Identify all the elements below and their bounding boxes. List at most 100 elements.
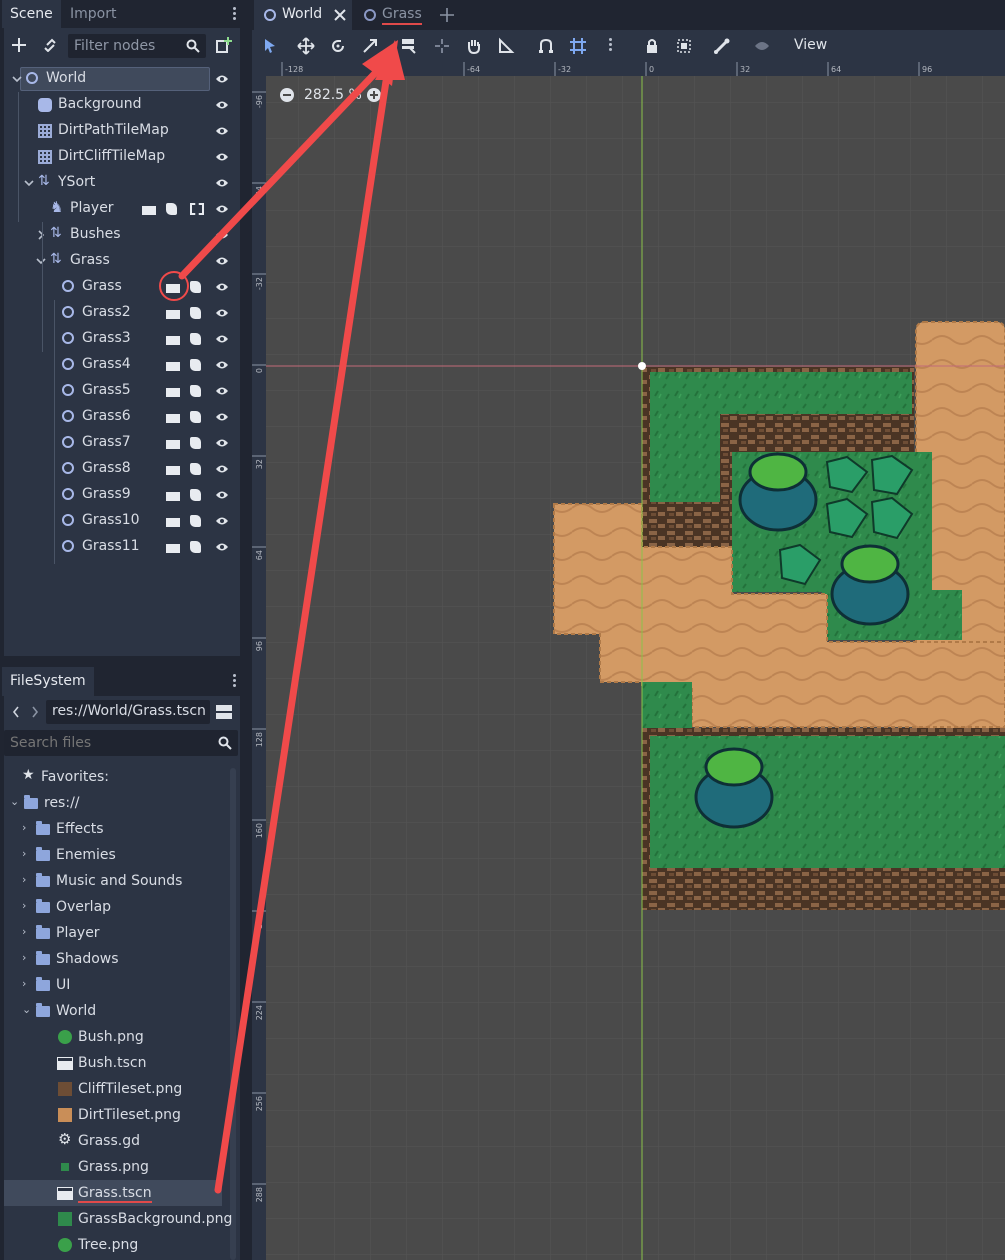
file-item[interactable]: › Enemies — [4, 842, 240, 868]
visibility-eye-icon[interactable] — [215, 360, 229, 370]
chevron-right-icon[interactable]: › — [22, 899, 26, 912]
scene-node-grass10[interactable]: Grass10 — [4, 508, 240, 534]
visibility-eye-icon[interactable] — [215, 386, 229, 396]
file-item[interactable]: ⚙ Grass.gd — [4, 1128, 240, 1154]
canvas[interactable]: -128 -96 -64 -32 0 32 64 96 -96 -64 -32 0 32 64 96 128 1… — [252, 62, 1005, 1260]
instance-child-scene-icon[interactable] — [216, 37, 232, 53]
file-item[interactable]: › Overlap — [4, 894, 240, 920]
tab-world[interactable]: World — [254, 0, 352, 30]
script-icon[interactable] — [190, 281, 201, 293]
visibility-eye-icon[interactable] — [215, 464, 229, 474]
file-item[interactable]: › UI — [4, 972, 240, 998]
move-mode-icon[interactable] — [296, 36, 316, 56]
select-mode-icon[interactable] — [260, 36, 280, 56]
scene-node-ysort[interactable]: ⇅ YSort — [4, 170, 240, 196]
visibility-eye-icon[interactable] — [215, 230, 229, 240]
scene-node-grass8[interactable]: Grass8 — [4, 456, 240, 482]
open-scene-icon[interactable] — [142, 203, 156, 215]
open-scene-icon[interactable] — [166, 411, 180, 423]
visibility-eye-icon[interactable] — [215, 74, 229, 84]
open-scene-icon[interactable] — [166, 359, 180, 371]
visibility-eye-icon[interactable] — [215, 204, 229, 214]
visibility-eye-icon[interactable] — [215, 178, 229, 188]
open-scene-icon[interactable] — [166, 489, 180, 501]
add-node-icon[interactable] — [12, 38, 26, 52]
zoom-in-icon[interactable] — [367, 88, 381, 102]
scene-node-grass11[interactable]: Grass11 — [4, 534, 240, 560]
script-icon[interactable] — [190, 307, 201, 319]
split-view-icon[interactable] — [216, 705, 232, 719]
visibility-eye-icon[interactable] — [215, 516, 229, 526]
search-files-input[interactable] — [10, 733, 210, 753]
canvas-viewport[interactable]: -128 -96 -64 -32 0 32 64 96 -96 -64 -32 0 32 64 96 128 1… — [252, 62, 1005, 1260]
script-icon[interactable] — [190, 541, 201, 553]
chevron-down-icon[interactable] — [12, 74, 22, 84]
forward-arrow-icon[interactable] — [31, 706, 39, 718]
visibility-eye-icon[interactable] — [215, 256, 229, 266]
open-scene-icon[interactable] — [166, 281, 180, 293]
open-scene-icon[interactable] — [166, 515, 180, 527]
grid-snap-icon[interactable] — [568, 36, 588, 56]
scene-dock-menu-icon[interactable] — [233, 7, 237, 21]
pan-mode-icon[interactable] — [464, 36, 484, 56]
file-item[interactable]: CliffTileset.png — [4, 1076, 240, 1102]
file-item[interactable]: › Music and Sounds — [4, 868, 240, 894]
script-icon[interactable] — [190, 489, 201, 501]
chevron-right-icon[interactable]: › — [22, 873, 26, 886]
new-tab-plus-icon[interactable] — [440, 8, 454, 22]
file-item[interactable]: ⌄ World — [4, 998, 240, 1024]
scene-node-bushes[interactable]: ⇅ Bushes — [4, 222, 240, 248]
file-item[interactable]: Grass.tscn — [4, 1180, 222, 1206]
file-item[interactable]: Bush.png — [4, 1024, 240, 1050]
chevron-right-icon[interactable]: › — [22, 847, 26, 860]
filter-nodes-input[interactable] — [74, 36, 184, 56]
pivot-mode-icon[interactable] — [432, 36, 452, 56]
open-scene-icon[interactable] — [166, 307, 180, 319]
scene-node-player[interactable]: ♞ Player — [4, 196, 240, 222]
scale-mode-icon[interactable] — [360, 36, 380, 56]
scene-node-grass[interactable]: ⇅ Grass — [4, 248, 240, 274]
visibility-eye-icon[interactable] — [215, 490, 229, 500]
chevron-right-icon[interactable]: › — [22, 951, 26, 964]
chevron-right-icon[interactable]: › — [22, 821, 26, 834]
scene-node-dirtclifftilemap[interactable]: DirtCliffTileMap — [4, 144, 240, 170]
tab-grass[interactable]: Grass — [354, 0, 430, 30]
scene-node-world[interactable]: World — [4, 66, 240, 92]
open-scene-icon[interactable] — [166, 541, 180, 553]
open-scene-icon[interactable] — [166, 463, 180, 475]
open-scene-icon[interactable] — [166, 385, 180, 397]
favorites-row[interactable]: ★ Favorites: — [4, 764, 240, 790]
file-item[interactable]: Tree.png — [4, 1232, 240, 1258]
visibility-eye-icon[interactable] — [215, 542, 229, 552]
bones-icon[interactable] — [712, 36, 732, 56]
scene-node-grass5[interactable]: Grass5 — [4, 378, 240, 404]
visibility-eye-icon[interactable] — [215, 334, 229, 344]
view-menu[interactable]: View — [794, 37, 827, 53]
path-field[interactable]: res://World/Grass.tscn — [46, 700, 210, 724]
script-icon[interactable] — [166, 203, 177, 215]
chevron-down-icon[interactable]: ⌄ — [10, 795, 19, 808]
visibility-eye-icon[interactable] — [215, 412, 229, 422]
script-icon[interactable] — [190, 385, 201, 397]
scene-node-grass4[interactable]: Grass4 — [4, 352, 240, 378]
tab-import[interactable]: Import — [62, 0, 124, 28]
tab-filesystem[interactable]: FileSystem — [2, 667, 94, 696]
link-icon[interactable] — [42, 38, 58, 52]
open-scene-icon[interactable] — [166, 437, 180, 449]
back-arrow-icon[interactable] — [12, 706, 20, 718]
snap-options-icon[interactable] — [609, 38, 613, 52]
rotate-mode-icon[interactable] — [328, 36, 348, 56]
file-item[interactable]: Grass.png — [4, 1154, 240, 1180]
script-icon[interactable] — [190, 359, 201, 371]
visibility-eye-icon[interactable] — [215, 152, 229, 162]
close-icon[interactable] — [334, 9, 346, 21]
script-icon[interactable] — [190, 411, 201, 423]
visibility-eye-icon[interactable] — [215, 438, 229, 448]
list-select-icon[interactable] — [398, 36, 418, 56]
chevron-right-icon[interactable]: › — [22, 925, 26, 938]
file-item[interactable]: › Effects — [4, 816, 240, 842]
ruler-mode-icon[interactable] — [496, 36, 516, 56]
chevron-right-icon[interactable] — [36, 230, 46, 240]
scene-node-grass6[interactable]: Grass6 — [4, 404, 240, 430]
script-icon[interactable] — [190, 333, 201, 345]
